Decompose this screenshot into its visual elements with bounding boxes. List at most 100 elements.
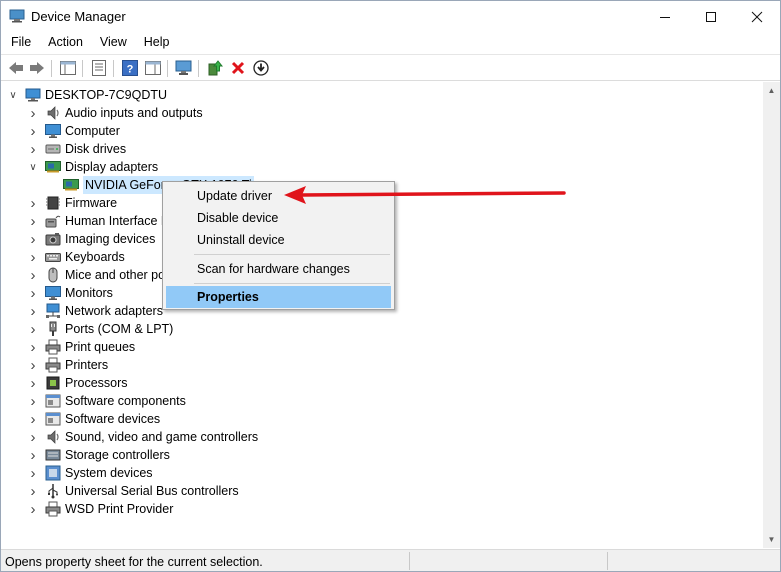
svg-text:?: ? (127, 64, 134, 76)
expand-chevron-icon[interactable]: › (27, 374, 39, 392)
help-icon[interactable]: ? (121, 59, 139, 77)
scan-hardware-monitor-icon[interactable] (175, 59, 193, 77)
menu-help[interactable]: Help (134, 32, 177, 53)
menu-item-uninstall-device[interactable]: Uninstall device (166, 229, 391, 251)
minimize-button[interactable] (642, 1, 688, 32)
display-adapter-icon (45, 159, 61, 175)
tree-category-keyboards[interactable]: › Keyboards (27, 248, 125, 266)
expand-chevron-icon[interactable]: › (27, 284, 39, 302)
collapse-chevron-icon[interactable]: ∨ (7, 86, 19, 104)
title-bar[interactable]: Device Manager (1, 1, 780, 32)
expand-chevron-icon[interactable]: › (27, 410, 39, 428)
system-icon (45, 465, 61, 481)
speaker-icon (45, 429, 61, 445)
tree-category-print-queues[interactable]: › Print queues (27, 338, 136, 356)
tree-category-computer[interactable]: › Computer (27, 122, 120, 140)
expand-chevron-icon[interactable]: › (27, 248, 39, 266)
tree-category-processors[interactable]: › Processors (27, 374, 128, 392)
tree-category-display-adapters[interactable]: ∨ Display adapters (27, 158, 158, 176)
network-icon (45, 303, 61, 319)
tree-category-audio-inputs-and-outputs[interactable]: › Audio inputs and outputs (27, 104, 203, 122)
expand-chevron-icon[interactable]: › (27, 338, 39, 356)
tree-category-network-adapters[interactable]: › Network adapters (27, 302, 163, 320)
expand-chevron-icon[interactable]: › (27, 392, 39, 410)
tree-root-computer[interactable]: ∨ DESKTOP-7C9QDTU (7, 86, 167, 104)
tree-category-software-components[interactable]: › Software components (27, 392, 186, 410)
tree-category-universal-serial-bus-controllers[interactable]: › Universal Serial Bus controllers (27, 482, 239, 500)
tree-category-software-devices[interactable]: › Software devices (27, 410, 161, 428)
expand-chevron-icon[interactable]: › (27, 194, 39, 212)
tree-category-printers[interactable]: › Printers (27, 356, 109, 374)
expand-chevron-icon[interactable]: › (27, 320, 39, 338)
processor-icon (45, 375, 61, 391)
expand-chevron-icon[interactable]: › (27, 104, 39, 122)
red-annotation-arrow (284, 186, 566, 204)
expand-chevron-icon[interactable]: › (27, 482, 39, 500)
tree-category-wsd-print-provider[interactable]: › WSD Print Provider (27, 500, 174, 518)
tree-category-firmware[interactable]: › Firmware (27, 194, 118, 212)
toolbar-separator (167, 60, 168, 77)
tree-item-label: Audio inputs and outputs (65, 106, 203, 120)
menu-bar: File Action View Help (1, 32, 780, 53)
update-driver-icon[interactable] (206, 59, 224, 77)
tree-item-label: Software components (65, 394, 186, 408)
printer-icon (45, 357, 61, 373)
tree-category-imaging-devices[interactable]: › Imaging devices (27, 230, 156, 248)
status-divider (607, 552, 608, 570)
tree-category-sound-video-and-game-controllers[interactable]: › Sound, video and game controllers (27, 428, 259, 446)
software-icon (45, 411, 61, 427)
scroll-up-icon[interactable]: ▲ (763, 82, 780, 99)
download-driver-icon[interactable] (252, 59, 270, 77)
maximize-button[interactable] (688, 1, 734, 32)
chip-icon (45, 195, 61, 211)
tree-item-label: WSD Print Provider (65, 502, 174, 516)
device-tree[interactable]: ∨ DESKTOP-7C9QDTU › Audio inputs and output… (1, 82, 763, 548)
tree-category-ports-com-lpt[interactable]: › Ports (COM & LPT) (27, 320, 174, 338)
properties-sheet-icon[interactable] (90, 59, 108, 77)
tree-item-label: Network adapters (65, 304, 163, 318)
menu-file[interactable]: File (1, 32, 38, 53)
back-arrow-icon[interactable] (7, 59, 25, 77)
expand-chevron-icon[interactable]: › (27, 500, 39, 518)
tree-category-storage-controllers[interactable]: › Storage controllers (27, 446, 170, 464)
collapse-chevron-icon[interactable]: ∨ (27, 158, 39, 176)
menu-view[interactable]: View (90, 32, 134, 53)
tree-item-label: Ports (COM & LPT) (65, 322, 174, 336)
menu-item-properties[interactable]: Properties (166, 286, 391, 308)
tree-category-disk-drives[interactable]: › Disk drives (27, 140, 127, 158)
expand-chevron-icon[interactable]: › (27, 122, 39, 140)
tree-item-label: Keyboards (65, 250, 125, 264)
action-pane-icon[interactable] (144, 59, 162, 77)
printer-icon (45, 339, 61, 355)
vertical-scrollbar[interactable]: ▲ ▼ (763, 82, 780, 548)
menu-item-disable-device[interactable]: Disable device (166, 207, 391, 229)
tree-item-label: Firmware (65, 196, 118, 210)
expand-chevron-icon[interactable]: › (27, 230, 39, 248)
expand-chevron-icon[interactable]: › (27, 464, 39, 482)
tree-category-system-devices[interactable]: › System devices (27, 464, 153, 482)
tree-category-monitors[interactable]: › Monitors (27, 284, 113, 302)
forward-arrow-icon[interactable] (28, 59, 46, 77)
expand-chevron-icon[interactable]: › (27, 356, 39, 374)
uninstall-device-x-icon[interactable] (229, 59, 247, 77)
tree-item-label: Disk drives (65, 142, 127, 156)
tree-item-label: Monitors (65, 286, 113, 300)
menu-item-scan-hardware[interactable]: Scan for hardware changes (166, 258, 391, 280)
scroll-down-icon[interactable]: ▼ (763, 531, 780, 548)
expand-chevron-icon[interactable]: › (27, 428, 39, 446)
toolbar-separator (51, 60, 52, 77)
expand-chevron-icon[interactable]: › (27, 140, 39, 158)
expand-chevron-icon[interactable]: › (27, 212, 39, 230)
menu-separator (194, 283, 390, 284)
computer-icon (25, 87, 41, 103)
tree-item-label: Imaging devices (65, 232, 156, 246)
tree-item-label: Processors (65, 376, 128, 390)
expand-chevron-icon[interactable]: › (27, 302, 39, 320)
menu-action[interactable]: Action (38, 32, 90, 53)
close-button[interactable] (734, 1, 780, 32)
expand-chevron-icon[interactable]: › (27, 446, 39, 464)
show-hide-console-tree-icon[interactable] (59, 59, 77, 77)
storage-icon (45, 447, 61, 463)
printer-icon (45, 501, 61, 517)
expand-chevron-icon[interactable]: › (27, 266, 39, 284)
